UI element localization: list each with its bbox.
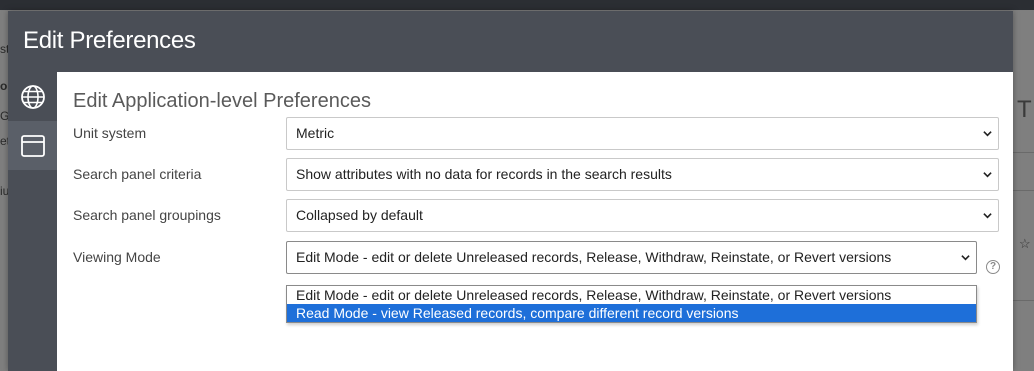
chevron-down-icon — [983, 131, 992, 137]
sidebar-item-window[interactable] — [8, 121, 57, 170]
section-title: Edit Application-level Preferences — [73, 90, 371, 112]
viewing-mode-dropdown: Edit Mode - edit or delete Unreleased re… — [286, 285, 977, 323]
dropdown-option-edit-mode[interactable]: Edit Mode - edit or delete Unreleased re… — [287, 286, 976, 304]
dialog-title: Edit Preferences — [23, 27, 196, 54]
dropdown-option-read-mode[interactable]: Read Mode - view Released records, compa… — [287, 304, 976, 322]
dialog-header: Edit Preferences — [8, 11, 1013, 72]
dialog-body: Edit Application-level Preferences Unit … — [57, 72, 1013, 371]
chevron-down-icon — [961, 255, 970, 261]
search-panel-criteria-select[interactable]: Show attributes with no data for records… — [286, 158, 999, 191]
background-heading: T — [1017, 96, 1032, 123]
sidebar-item-application[interactable] — [8, 72, 57, 121]
search-panel-criteria-value: Show attributes with no data for records… — [296, 166, 672, 182]
window-icon — [20, 134, 45, 157]
background-top-bar — [0, 0, 1034, 10]
search-panel-groupings-label: Search panel groupings — [73, 207, 221, 223]
dialog-sidebar — [8, 72, 57, 371]
background-divider — [1013, 190, 1034, 191]
star-icon: ☆ — [1019, 236, 1031, 251]
chevron-down-icon — [983, 213, 992, 219]
background-divider — [1013, 152, 1034, 153]
help-icon[interactable]: ? — [986, 260, 1000, 274]
viewing-mode-value: Edit Mode - edit or delete Unreleased re… — [296, 249, 892, 265]
search-panel-groupings-select[interactable]: Collapsed by default — [286, 199, 999, 232]
edit-preferences-dialog: Edit Preferences Edit Application-level … — [8, 11, 1013, 371]
background-right-panel — [1013, 30, 1034, 371]
unit-system-select[interactable]: Metric — [286, 117, 999, 150]
search-panel-criteria-label: Search panel criteria — [73, 166, 202, 182]
background-divider — [1013, 300, 1034, 301]
unit-system-label: Unit system — [73, 125, 147, 141]
chevron-down-icon — [983, 172, 992, 178]
viewing-mode-label: Viewing Mode — [73, 249, 161, 265]
globe-icon — [20, 84, 45, 109]
unit-system-value: Metric — [296, 125, 335, 141]
search-panel-groupings-value: Collapsed by default — [296, 207, 423, 223]
viewing-mode-select[interactable]: Edit Mode - edit or delete Unreleased re… — [286, 241, 977, 274]
